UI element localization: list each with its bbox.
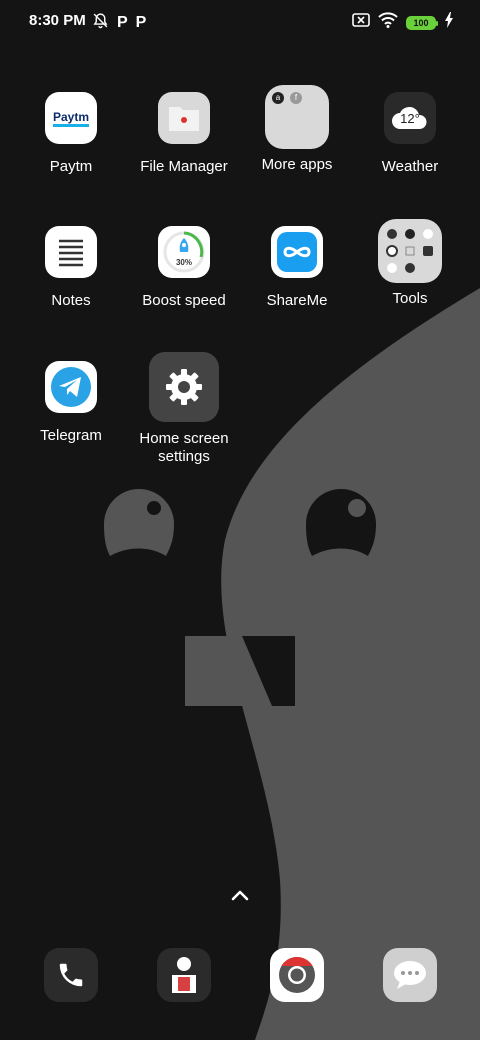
app-notes[interactable]: Notes [15, 226, 127, 310]
app-shareme[interactable]: ShareMe [241, 226, 353, 310]
telegram-icon [45, 361, 97, 413]
no-sim-icon [352, 12, 370, 33]
app-paytm[interactable]: Paytm Paytm [15, 92, 127, 176]
p-icon: P [135, 14, 147, 31]
app-label: ShareMe [266, 292, 328, 309]
shareme-icon [271, 226, 323, 278]
paytm-icon: Paytm [45, 92, 97, 144]
gear-icon [149, 352, 219, 422]
app-label: Boost speed [142, 292, 226, 309]
rocket-icon: 30% [158, 226, 210, 278]
weather-temp: 12° [400, 111, 420, 126]
app-label: More apps [261, 156, 333, 173]
wifi-icon [378, 12, 398, 33]
app-telegram[interactable]: Telegram [15, 361, 127, 445]
charging-icon [444, 12, 454, 33]
phone-icon[interactable] [44, 948, 98, 1002]
status-bar: 8:30 PM P P 100 [0, 0, 480, 42]
battery-icon: 100 [406, 15, 438, 30]
weather-icon: 12° [384, 92, 436, 144]
app-label: File Manager [140, 158, 228, 175]
app-weather[interactable]: 12° Weather [354, 92, 466, 176]
clock: 8:30 PM [29, 12, 86, 29]
folder-tools[interactable]: Tools [354, 219, 466, 308]
app-label: Home screen settings [139, 430, 229, 465]
messages-icon[interactable] [383, 948, 437, 1002]
folder-icon: a f [265, 85, 329, 149]
app-boost-speed[interactable]: 30% Boost speed [128, 226, 240, 310]
p-icon: P [117, 14, 128, 31]
app-file-manager[interactable]: File Manager [128, 92, 240, 176]
amazon-icon: a [272, 92, 284, 104]
home-screen-settings[interactable]: Home screen settings [121, 352, 247, 466]
boost-percent: 30% [175, 258, 192, 267]
facebook-icon: f [290, 92, 302, 104]
notes-icon [45, 226, 97, 278]
app-label: Telegram [40, 427, 102, 444]
paytm-logo-text: Paytm [52, 110, 90, 127]
chrome-icon[interactable] [270, 948, 324, 1002]
bell-off-icon [92, 12, 109, 34]
folder-icon [158, 92, 210, 144]
app-label: Notes [51, 292, 91, 309]
app-label: Tools [392, 290, 428, 307]
contacts-icon[interactable] [157, 948, 211, 1002]
chevron-up-icon[interactable] [228, 884, 252, 908]
app-label: Paytm [49, 158, 93, 175]
app-label: Weather [381, 158, 439, 175]
folder-icon [378, 219, 442, 283]
folder-more-apps[interactable]: a f More apps [241, 85, 353, 174]
